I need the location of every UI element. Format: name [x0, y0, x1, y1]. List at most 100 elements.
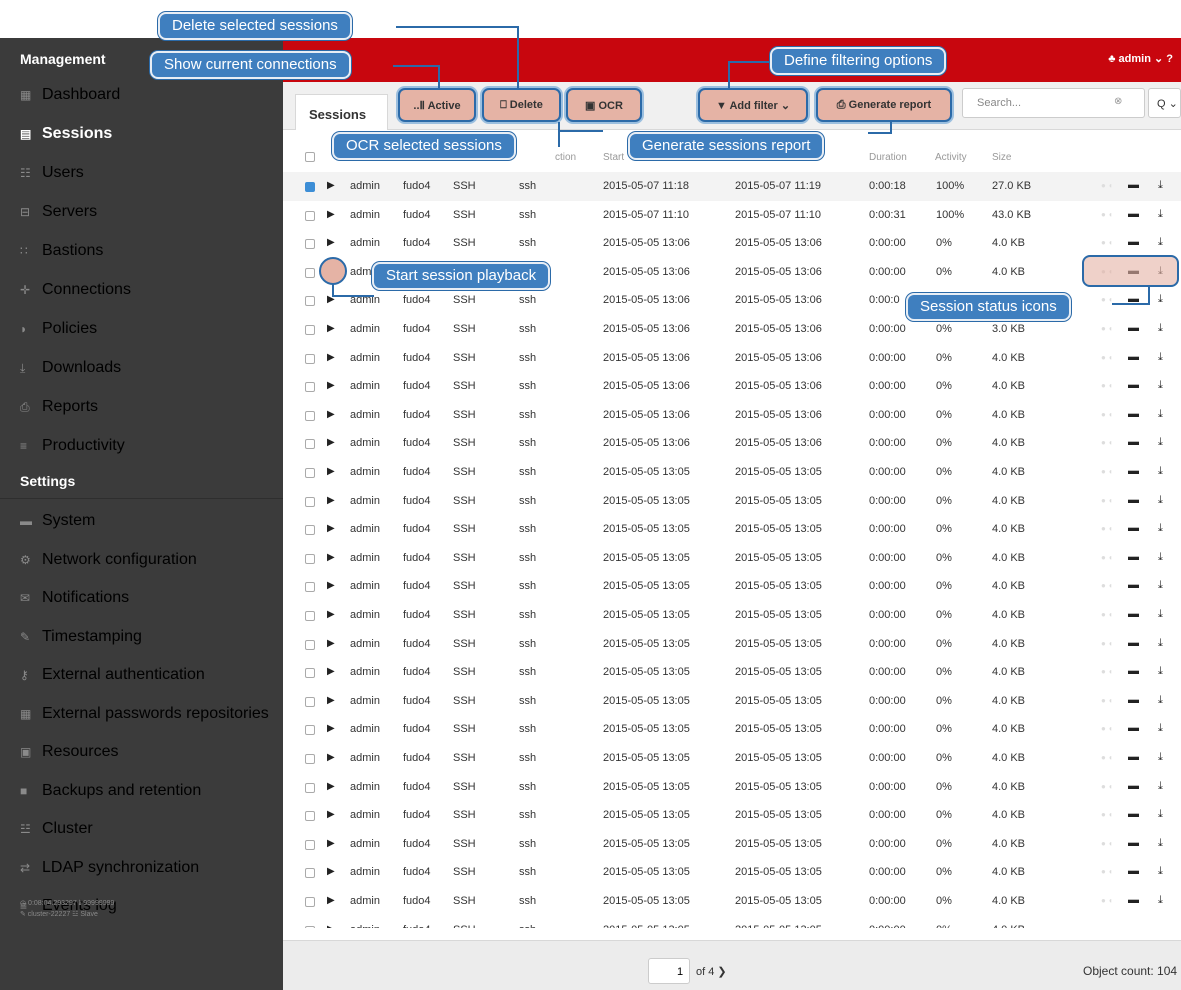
- column-header-connection[interactable]: ction: [555, 152, 576, 163]
- sidebar-item-system[interactable]: ▬ System: [0, 502, 283, 540]
- row-checkbox[interactable]: [305, 325, 315, 335]
- folder-icon[interactable]: ▬: [1128, 894, 1139, 906]
- folder-icon[interactable]: ▬: [1128, 665, 1139, 677]
- next-page-button[interactable]: of 4 ❯: [696, 965, 727, 978]
- row-checkbox[interactable]: [305, 925, 315, 928]
- row-checkbox[interactable]: [305, 525, 315, 536]
- clear-search-icon[interactable]: ⊗: [1114, 96, 1122, 107]
- sidebar-item-network-configuration[interactable]: ⚙ Network configuration: [0, 541, 283, 579]
- delete-button[interactable]: ⎕ Delete: [482, 88, 561, 122]
- table-row[interactable]: ▶ admin fudo4 SSH ssh 2015-05-05 13:06 2015-05…: [283, 372, 1181, 401]
- folder-icon[interactable]: ▬: [1128, 837, 1139, 849]
- table-row[interactable]: ▶ admin fudo4 SSH ssh 2015-05-05 13:06 2015-05…: [283, 429, 1181, 458]
- play-icon[interactable]: ▶: [327, 752, 335, 763]
- folder-icon[interactable]: ▬: [1128, 465, 1139, 477]
- sidebar-item-cluster[interactable]: ☳ Cluster: [0, 810, 283, 848]
- row-checkbox[interactable]: [305, 868, 315, 879]
- download-icon[interactable]: ⤓: [1158, 780, 1163, 793]
- active-button[interactable]: ..Ⅱ Active: [398, 88, 476, 122]
- sidebar-item-external-authentication[interactable]: ⚷ External authentication: [0, 656, 283, 694]
- ocr-button[interactable]: ▣ OCR: [566, 88, 642, 122]
- download-icon[interactable]: ⤓: [1158, 208, 1163, 221]
- play-icon[interactable]: ▶: [327, 523, 335, 534]
- folder-icon[interactable]: ▬: [1128, 379, 1139, 391]
- row-checkbox[interactable]: [305, 668, 315, 679]
- play-icon[interactable]: ▶: [327, 409, 335, 420]
- table-row[interactable]: ▶ admin fudo4 SSH ssh 2015-05-05 13:05 2015-05…: [283, 601, 1181, 630]
- row-checkbox[interactable]: [305, 582, 315, 593]
- folder-icon[interactable]: ▬: [1128, 608, 1139, 620]
- column-header-duration[interactable]: Duration: [869, 152, 907, 163]
- folder-icon[interactable]: ▬: [1128, 780, 1139, 792]
- play-icon[interactable]: ▶: [327, 495, 335, 506]
- download-icon[interactable]: ⤓: [1158, 579, 1163, 592]
- download-icon[interactable]: ⤓: [1158, 351, 1163, 364]
- table-row[interactable]: ▶ admin fudo4 SSH ssh 2015-05-05 13:05 2015-05…: [283, 630, 1181, 659]
- table-row[interactable]: ▶ admin fudo4 SSH ssh 2015-05-05 13:05 2015-05…: [283, 658, 1181, 687]
- table-row[interactable]: ▶ admin fudo4 SSH ssh 2015-05-05 13:06 2015-05…: [283, 401, 1181, 430]
- row-checkbox[interactable]: [305, 811, 315, 822]
- download-icon[interactable]: ⤓: [1158, 494, 1163, 507]
- folder-icon[interactable]: ▬: [1128, 208, 1139, 220]
- row-checkbox[interactable]: [305, 639, 315, 650]
- row-checkbox[interactable]: [305, 353, 315, 364]
- folder-icon[interactable]: ▬: [1128, 865, 1139, 877]
- column-header-activity[interactable]: Activity: [935, 152, 967, 163]
- row-checkbox[interactable]: [305, 267, 315, 278]
- sidebar-item-downloads[interactable]: ⤓ Downloads: [0, 349, 283, 387]
- table-row[interactable]: ▶ admin fudo4 SSH ssh 2015-05-05 13:05 2015-05…: [283, 544, 1181, 573]
- download-icon[interactable]: ⤓: [1158, 322, 1163, 335]
- play-icon[interactable]: ▶: [327, 552, 335, 563]
- folder-icon[interactable]: ▬: [1128, 179, 1139, 191]
- sidebar-item-timestamping[interactable]: ✎ Timestamping: [0, 618, 283, 656]
- help-icon[interactable]: ?: [1166, 53, 1173, 65]
- play-icon[interactable]: ▶: [327, 895, 335, 906]
- user-menu-label[interactable]: ♣ admin ⌄: [1108, 53, 1163, 65]
- folder-icon[interactable]: ▬: [1128, 236, 1139, 248]
- play-icon[interactable]: ▶: [327, 723, 335, 734]
- play-icon[interactable]: ▶: [327, 466, 335, 477]
- folder-icon[interactable]: ▬: [1128, 694, 1139, 706]
- table-row[interactable]: ▶ admin fudo4 SSH ssh 2015-05-05 13:05 2015-05…: [283, 715, 1181, 744]
- play-icon[interactable]: ▶: [327, 580, 335, 591]
- folder-icon[interactable]: ▬: [1128, 637, 1139, 649]
- download-icon[interactable]: ⤓: [1158, 293, 1163, 306]
- table-row[interactable]: ▶ admin fudo4 SSH ssh 2015-05-05 13:05 2015-05…: [283, 773, 1181, 802]
- sidebar-item-backups-and-retention[interactable]: ■ Backups and retention: [0, 772, 283, 810]
- download-icon[interactable]: ⤓: [1158, 551, 1163, 564]
- row-checkbox[interactable]: [305, 439, 315, 450]
- row-checkbox[interactable]: [305, 897, 315, 907]
- table-row[interactable]: ▶ admin fudo4 SSH ssh 2015-05-05 13:05 2015-05…: [283, 858, 1181, 887]
- download-icon[interactable]: ⤓: [1158, 665, 1163, 678]
- sidebar-item-connections[interactable]: ✛ Connections: [0, 271, 283, 309]
- add-filter-button[interactable]: ▼ Add filter ⌄: [698, 88, 808, 122]
- play-icon[interactable]: ▶: [327, 323, 335, 334]
- sidebar-item-external-passwords-repositories[interactable]: ▦ External passwords repositories: [0, 695, 283, 733]
- play-icon[interactable]: ▶: [327, 838, 335, 849]
- download-icon[interactable]: ⤓: [1158, 522, 1163, 535]
- play-icon[interactable]: ▶: [327, 666, 335, 677]
- sidebar-item-dashboard[interactable]: ▦ Dashboard: [0, 76, 283, 114]
- row-checkbox[interactable]: [305, 496, 315, 507]
- table-row[interactable]: ▶ admin fudo4 SSH ssh 2015-05-07 11:10 2015-05…: [283, 201, 1181, 230]
- play-icon[interactable]: ▶: [327, 352, 335, 363]
- sidebar-item-bastions[interactable]: ∷ Bastions: [0, 232, 283, 270]
- tab-sessions[interactable]: Sessions: [295, 94, 388, 130]
- folder-icon[interactable]: ▬: [1128, 808, 1139, 820]
- table-row[interactable]: ▶ admin fudo4 SSH ssh 2015-05-05 13:05 2015-05…: [283, 487, 1181, 516]
- folder-icon[interactable]: ▬: [1128, 408, 1139, 420]
- table-row[interactable]: ▶ admin fudo4 SSH ssh 2015-05-07 11:18 2015-05…: [283, 172, 1181, 201]
- table-row[interactable]: ▶ admin fudo4 SSH ssh 2015-05-05 13:06 2015-05…: [283, 344, 1181, 373]
- row-checkbox[interactable]: [305, 382, 315, 393]
- generate-report-button[interactable]: ⎙ Generate report: [816, 88, 952, 122]
- table-row[interactable]: ▶ admin fudo4 SSH ssh 2015-05-05 13:05 2015-05…: [283, 801, 1181, 830]
- table-row[interactable]: ▶ admin fudo4 SSH ssh 2015-05-05 13:05 2015-05…: [283, 458, 1181, 487]
- sidebar-item-servers[interactable]: ⊟ Servers: [0, 193, 283, 231]
- download-icon[interactable]: ⤓: [1158, 865, 1163, 878]
- column-header-size[interactable]: Size: [992, 152, 1011, 163]
- user-menu[interactable]: ♣ admin ⌄ ?: [1108, 52, 1173, 65]
- folder-icon[interactable]: ▬: [1128, 322, 1139, 334]
- download-icon[interactable]: ⤓: [1158, 751, 1163, 764]
- table-row[interactable]: ▶ admin fudo4 SSH ssh 2015-05-05 13:05 2015-05…: [283, 744, 1181, 773]
- download-icon[interactable]: ⤓: [1158, 379, 1163, 392]
